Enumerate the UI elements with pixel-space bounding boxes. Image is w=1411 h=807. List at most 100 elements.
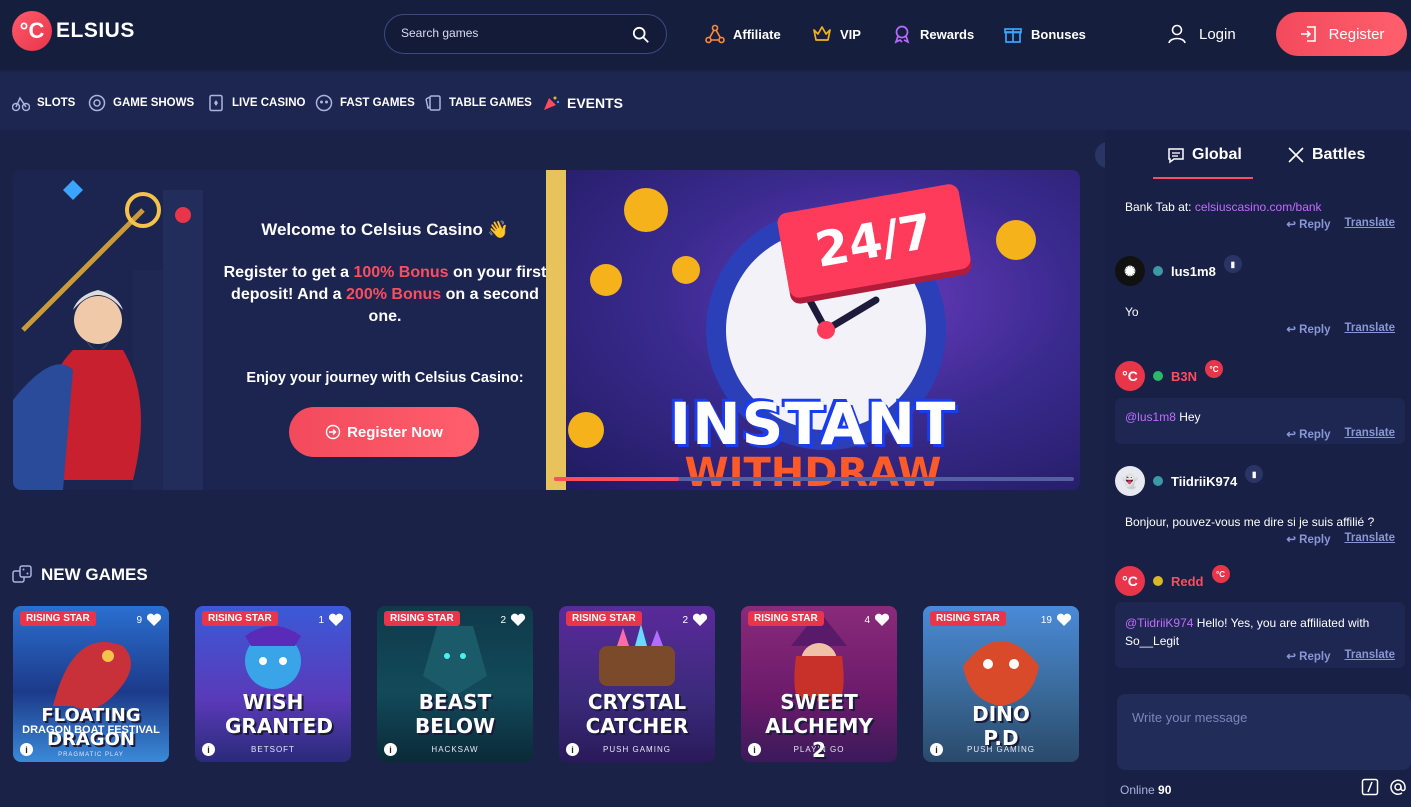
reply-label: Reply: [1299, 324, 1331, 336]
reply-button[interactable]: ↩ Reply: [1286, 322, 1330, 336]
likes[interactable]: 9: [136, 613, 162, 627]
game-card[interactable]: RISING STAR 2 BEAST BELOW HACKSAW i: [377, 606, 533, 762]
cat-live-casino[interactable]: LIVE CASINO: [207, 94, 305, 112]
nav-bonuses[interactable]: Bonuses: [1003, 24, 1086, 44]
beast-artwork: [423, 626, 487, 696]
message-actions: ↩ Reply Translate: [1286, 427, 1395, 441]
chat-tabs: Global Battles: [1105, 130, 1411, 180]
likes[interactable]: 2: [682, 613, 708, 627]
heart-icon: [328, 613, 344, 626]
game-card[interactable]: RISING STAR 1 WISH GRANTED BETSOFT i: [195, 606, 351, 762]
game-subtitle: DRAGON BOAT FESTIVAL: [22, 724, 160, 736]
register-label: Register: [1328, 25, 1385, 43]
cat-table-games[interactable]: TABLE GAMES: [424, 94, 532, 112]
nav-vip[interactable]: VIP: [812, 24, 861, 44]
reply-label: Reply: [1299, 651, 1331, 663]
celsius-staff-badge: °C: [1205, 360, 1224, 378]
rising-star-badge: RISING STAR: [566, 611, 642, 626]
chat-bubble-icon: [1168, 148, 1184, 164]
translate-button[interactable]: Translate: [1345, 532, 1396, 546]
game-card[interactable]: RISING STAR 2 CRYSTAL CATCHER PUSH GAMIN…: [559, 606, 715, 762]
avatar: °C: [1115, 361, 1145, 391]
register-now-button[interactable]: Register Now: [289, 407, 479, 457]
tab-battles[interactable]: Battles: [1287, 146, 1365, 164]
command-icon[interactable]: [1361, 778, 1379, 796]
game-card[interactable]: RISING STAR 4 SWEET ALCHEMY 2 PLAY'N GO …: [741, 606, 897, 762]
login-button[interactable]: Login: [1167, 23, 1236, 45]
slots-icon: [12, 96, 30, 112]
reply-button[interactable]: ↩ Reply: [1286, 427, 1330, 441]
mention[interactable]: @lus1m8: [1125, 410, 1176, 424]
instant-withdraw-banner[interactable]: 24/7 INSTANT WITHDRAW: [546, 170, 1080, 490]
mention-icon[interactable]: [1389, 778, 1407, 796]
nav-affiliate-label: Affiliate: [733, 26, 781, 42]
likes[interactable]: 1: [318, 613, 344, 627]
celsius-staff-badge: °C: [1211, 565, 1230, 583]
reply-button[interactable]: ↩ Reply: [1286, 532, 1330, 546]
search-icon[interactable]: [632, 26, 650, 44]
level-icon: [1153, 266, 1163, 276]
celsius-logo[interactable]: °C ELSIUS: [12, 11, 135, 51]
reply-button[interactable]: ↩ Reply: [1286, 217, 1330, 231]
info-icon[interactable]: i: [930, 743, 943, 756]
game-card[interactable]: RISING STAR 19 DINO P.D PUSH GAMING i: [923, 606, 1079, 762]
game-provider: BETSOFT: [251, 745, 295, 754]
cat-slots[interactable]: SLOTS: [12, 94, 75, 112]
info-icon[interactable]: i: [202, 743, 215, 756]
chat-user[interactable]: 👻 TiidriiK974 ▮: [1115, 465, 1264, 496]
cat-events[interactable]: EVENTS: [542, 94, 623, 112]
game-shows-icon: [88, 94, 106, 112]
mention[interactable]: @TiidriiK974: [1125, 616, 1193, 630]
role-badge: ▮: [1245, 465, 1264, 483]
bank-link[interactable]: celsiuscasino.com/bank: [1195, 200, 1322, 214]
game-provider: PUSH GAMING: [967, 745, 1035, 754]
chat-user[interactable]: ✺ lus1m8 ▮: [1115, 255, 1242, 286]
chat-user[interactable]: °C Redd °C: [1115, 565, 1230, 596]
search-input[interactable]: [401, 26, 621, 40]
game-provider: PLAY'N GO: [793, 745, 845, 754]
gift-icon: [1004, 28, 1022, 43]
nav-rewards-label: Rewards: [920, 26, 975, 42]
likes[interactable]: 19: [1041, 613, 1072, 627]
game-title: WISH GRANTED: [225, 690, 333, 738]
chat-message-input[interactable]: [1132, 710, 1392, 754]
translate-button[interactable]: Translate: [1345, 427, 1396, 441]
message-actions: ↩ Reply Translate: [1286, 322, 1395, 336]
nav-bonuses-label: Bonuses: [1031, 26, 1086, 42]
tab-global[interactable]: Global: [1167, 146, 1242, 164]
message-actions: ↩ Reply Translate: [1286, 217, 1395, 231]
avatar: ✺: [1115, 256, 1145, 286]
message-text: Hey: [1175, 410, 1201, 424]
rising-star-badge: RISING STAR: [20, 611, 96, 626]
nav-affiliate[interactable]: Affiliate: [705, 24, 781, 44]
register-button[interactable]: Register: [1276, 12, 1407, 56]
reply-label: Reply: [1299, 534, 1331, 546]
reply-button[interactable]: ↩ Reply: [1286, 649, 1330, 663]
online-number: 90: [1158, 783, 1172, 797]
message-actions: ↩ Reply Translate: [1286, 532, 1395, 546]
translate-button[interactable]: Translate: [1345, 217, 1396, 231]
register-now-label: Register Now: [347, 423, 443, 441]
info-icon[interactable]: i: [566, 743, 579, 756]
game-card[interactable]: RISING STAR 9 FLOATING DRAGON DRAGON BOA…: [13, 606, 169, 762]
cat-game-shows[interactable]: GAME SHOWS: [88, 94, 194, 112]
crown-icon: [813, 26, 831, 41]
rising-star-badge: RISING STAR: [202, 611, 278, 626]
translate-button[interactable]: Translate: [1345, 322, 1396, 336]
chat-input-box: [1117, 694, 1411, 770]
level-icon: [1153, 371, 1163, 381]
chat-message-text: @TiidriiK974 Hello! Yes, you are affilia…: [1125, 614, 1395, 650]
info-icon[interactable]: i: [748, 743, 761, 756]
chat-user[interactable]: °C B3N °C: [1115, 360, 1224, 391]
likes[interactable]: 4: [864, 613, 890, 627]
cat-fast-games[interactable]: FAST GAMES: [315, 94, 415, 112]
nav-rewards[interactable]: Rewards: [892, 24, 974, 44]
medal-icon: [894, 25, 910, 44]
info-icon[interactable]: i: [20, 743, 33, 756]
likes[interactable]: 2: [500, 613, 526, 627]
cat-table-games-label: TABLE GAMES: [449, 97, 532, 109]
info-icon[interactable]: i: [384, 743, 397, 756]
translate-button[interactable]: Translate: [1345, 649, 1396, 663]
avatar: °C: [1115, 566, 1145, 596]
search-box[interactable]: [384, 14, 667, 54]
